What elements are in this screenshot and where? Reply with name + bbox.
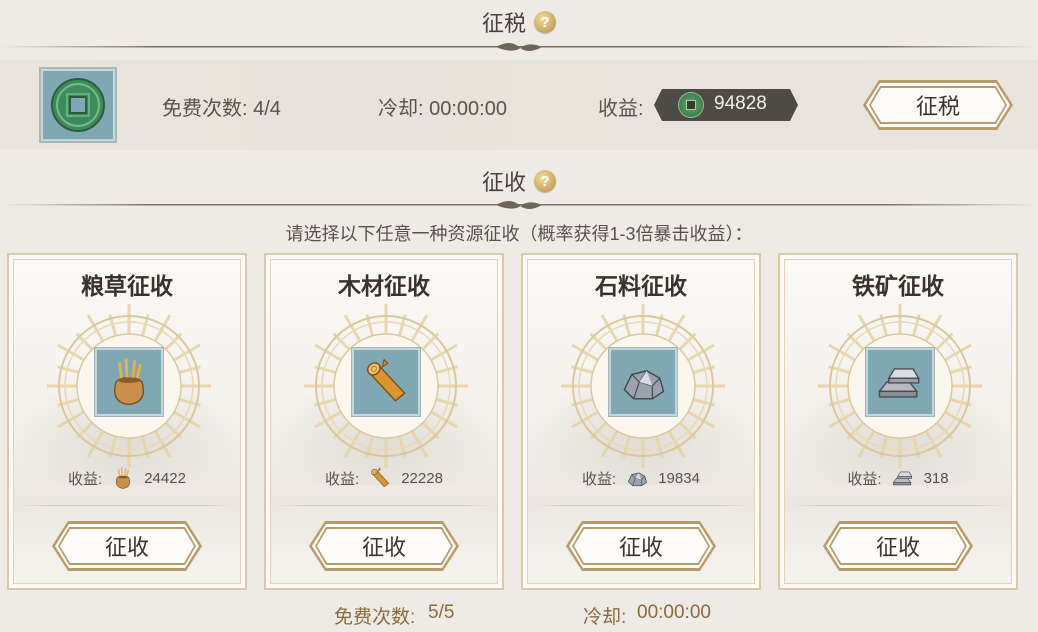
coin-icon <box>678 92 704 118</box>
resource-income-label: 收益: <box>325 470 360 488</box>
copper-coin-icon <box>39 67 117 143</box>
resource-card: 石料征收 收益: 19834 征收 <box>521 253 761 590</box>
collect-button-label: 征收 <box>574 529 708 563</box>
tax-section-header: 征税 ? <box>0 6 1038 38</box>
resource-card-title: 石料征收 <box>595 273 687 300</box>
collect-button[interactable]: 征收 <box>309 521 459 571</box>
collect-button[interactable]: 征收 <box>52 521 202 571</box>
tax-button-label: 征税 <box>871 88 1005 122</box>
collect-section-title: 征收 <box>481 170 526 195</box>
tax-income-label: 收益: <box>598 98 644 120</box>
resource-income-label: 收益: <box>582 470 617 488</box>
resource-income-value: 22228 <box>401 469 443 487</box>
grain-sack-small-icon <box>110 465 136 491</box>
collect-free-count-label: 免费次数: <box>334 607 416 628</box>
card-divider <box>533 505 749 506</box>
collect-instruction: 请选择以下任意一种资源征收（概率获得1-3倍暴击收益）： <box>285 224 753 244</box>
resource-income-value: 19834 <box>658 469 700 487</box>
tax-income-value: 94828 <box>714 93 767 114</box>
wood-log-icon <box>352 348 420 416</box>
collect-help-icon[interactable]: ? <box>534 170 556 192</box>
resource-card-title: 木材征收 <box>338 273 430 300</box>
stone-icon <box>609 348 677 416</box>
resource-income: 收益: 318 <box>780 465 1016 491</box>
tax-bar: 免费次数: 4/4 冷却: 00:00:00 收益: 94828 征税 <box>0 60 1038 150</box>
iron-ingot-icon <box>866 348 934 416</box>
tax-button[interactable]: 征税 <box>863 80 1013 130</box>
tax-cooldown: 冷却: 00:00:00 <box>378 98 507 120</box>
collect-button[interactable]: 征收 <box>823 521 973 571</box>
resource-income: 收益: 24422 <box>9 465 245 491</box>
tax-free-count: 免费次数: 4/4 <box>162 98 281 120</box>
collect-button-label: 征收 <box>831 529 965 563</box>
collect-button-label: 征收 <box>317 529 451 563</box>
grain-sack-icon <box>95 348 163 416</box>
resource-income-value: 24422 <box>144 469 186 487</box>
collect-section-header: 征收 ? <box>0 165 1038 197</box>
tax-section-title: 征税 <box>481 11 526 36</box>
card-divider <box>19 505 235 506</box>
resource-card: 粮草征收 收益: 24422 征收 <box>7 253 247 590</box>
tax-section-divider <box>0 43 1038 51</box>
card-divider <box>276 505 492 506</box>
resource-card-title: 铁矿征收 <box>852 273 944 300</box>
collect-free-count-value: 5/5 <box>428 602 455 623</box>
collect-button-label: 征收 <box>60 529 194 563</box>
iron-ingot-small-icon <box>890 465 916 491</box>
wood-log-small-icon <box>367 465 393 491</box>
collect-cooldown-label: 冷却: <box>583 607 627 628</box>
collect-section-divider <box>0 201 1038 209</box>
resource-income: 收益: 19834 <box>523 465 759 491</box>
resource-card: 木材征收 收益: 22228 征收 <box>264 253 504 590</box>
resource-income-label: 收益: <box>68 470 103 488</box>
tax-help-icon[interactable]: ? <box>534 11 556 33</box>
resource-card: 铁矿征收 收益: 318 征收 <box>778 253 1018 590</box>
stone-small-icon <box>624 465 650 491</box>
collect-button[interactable]: 征收 <box>566 521 716 571</box>
card-divider <box>790 505 1006 506</box>
resource-income-label: 收益: <box>847 470 882 488</box>
resource-income-value: 318 <box>923 469 949 487</box>
resource-card-title: 粮草征收 <box>81 273 173 300</box>
collect-cooldown-value: 00:00:00 <box>637 602 711 623</box>
resource-income: 收益: 22228 <box>266 465 502 491</box>
